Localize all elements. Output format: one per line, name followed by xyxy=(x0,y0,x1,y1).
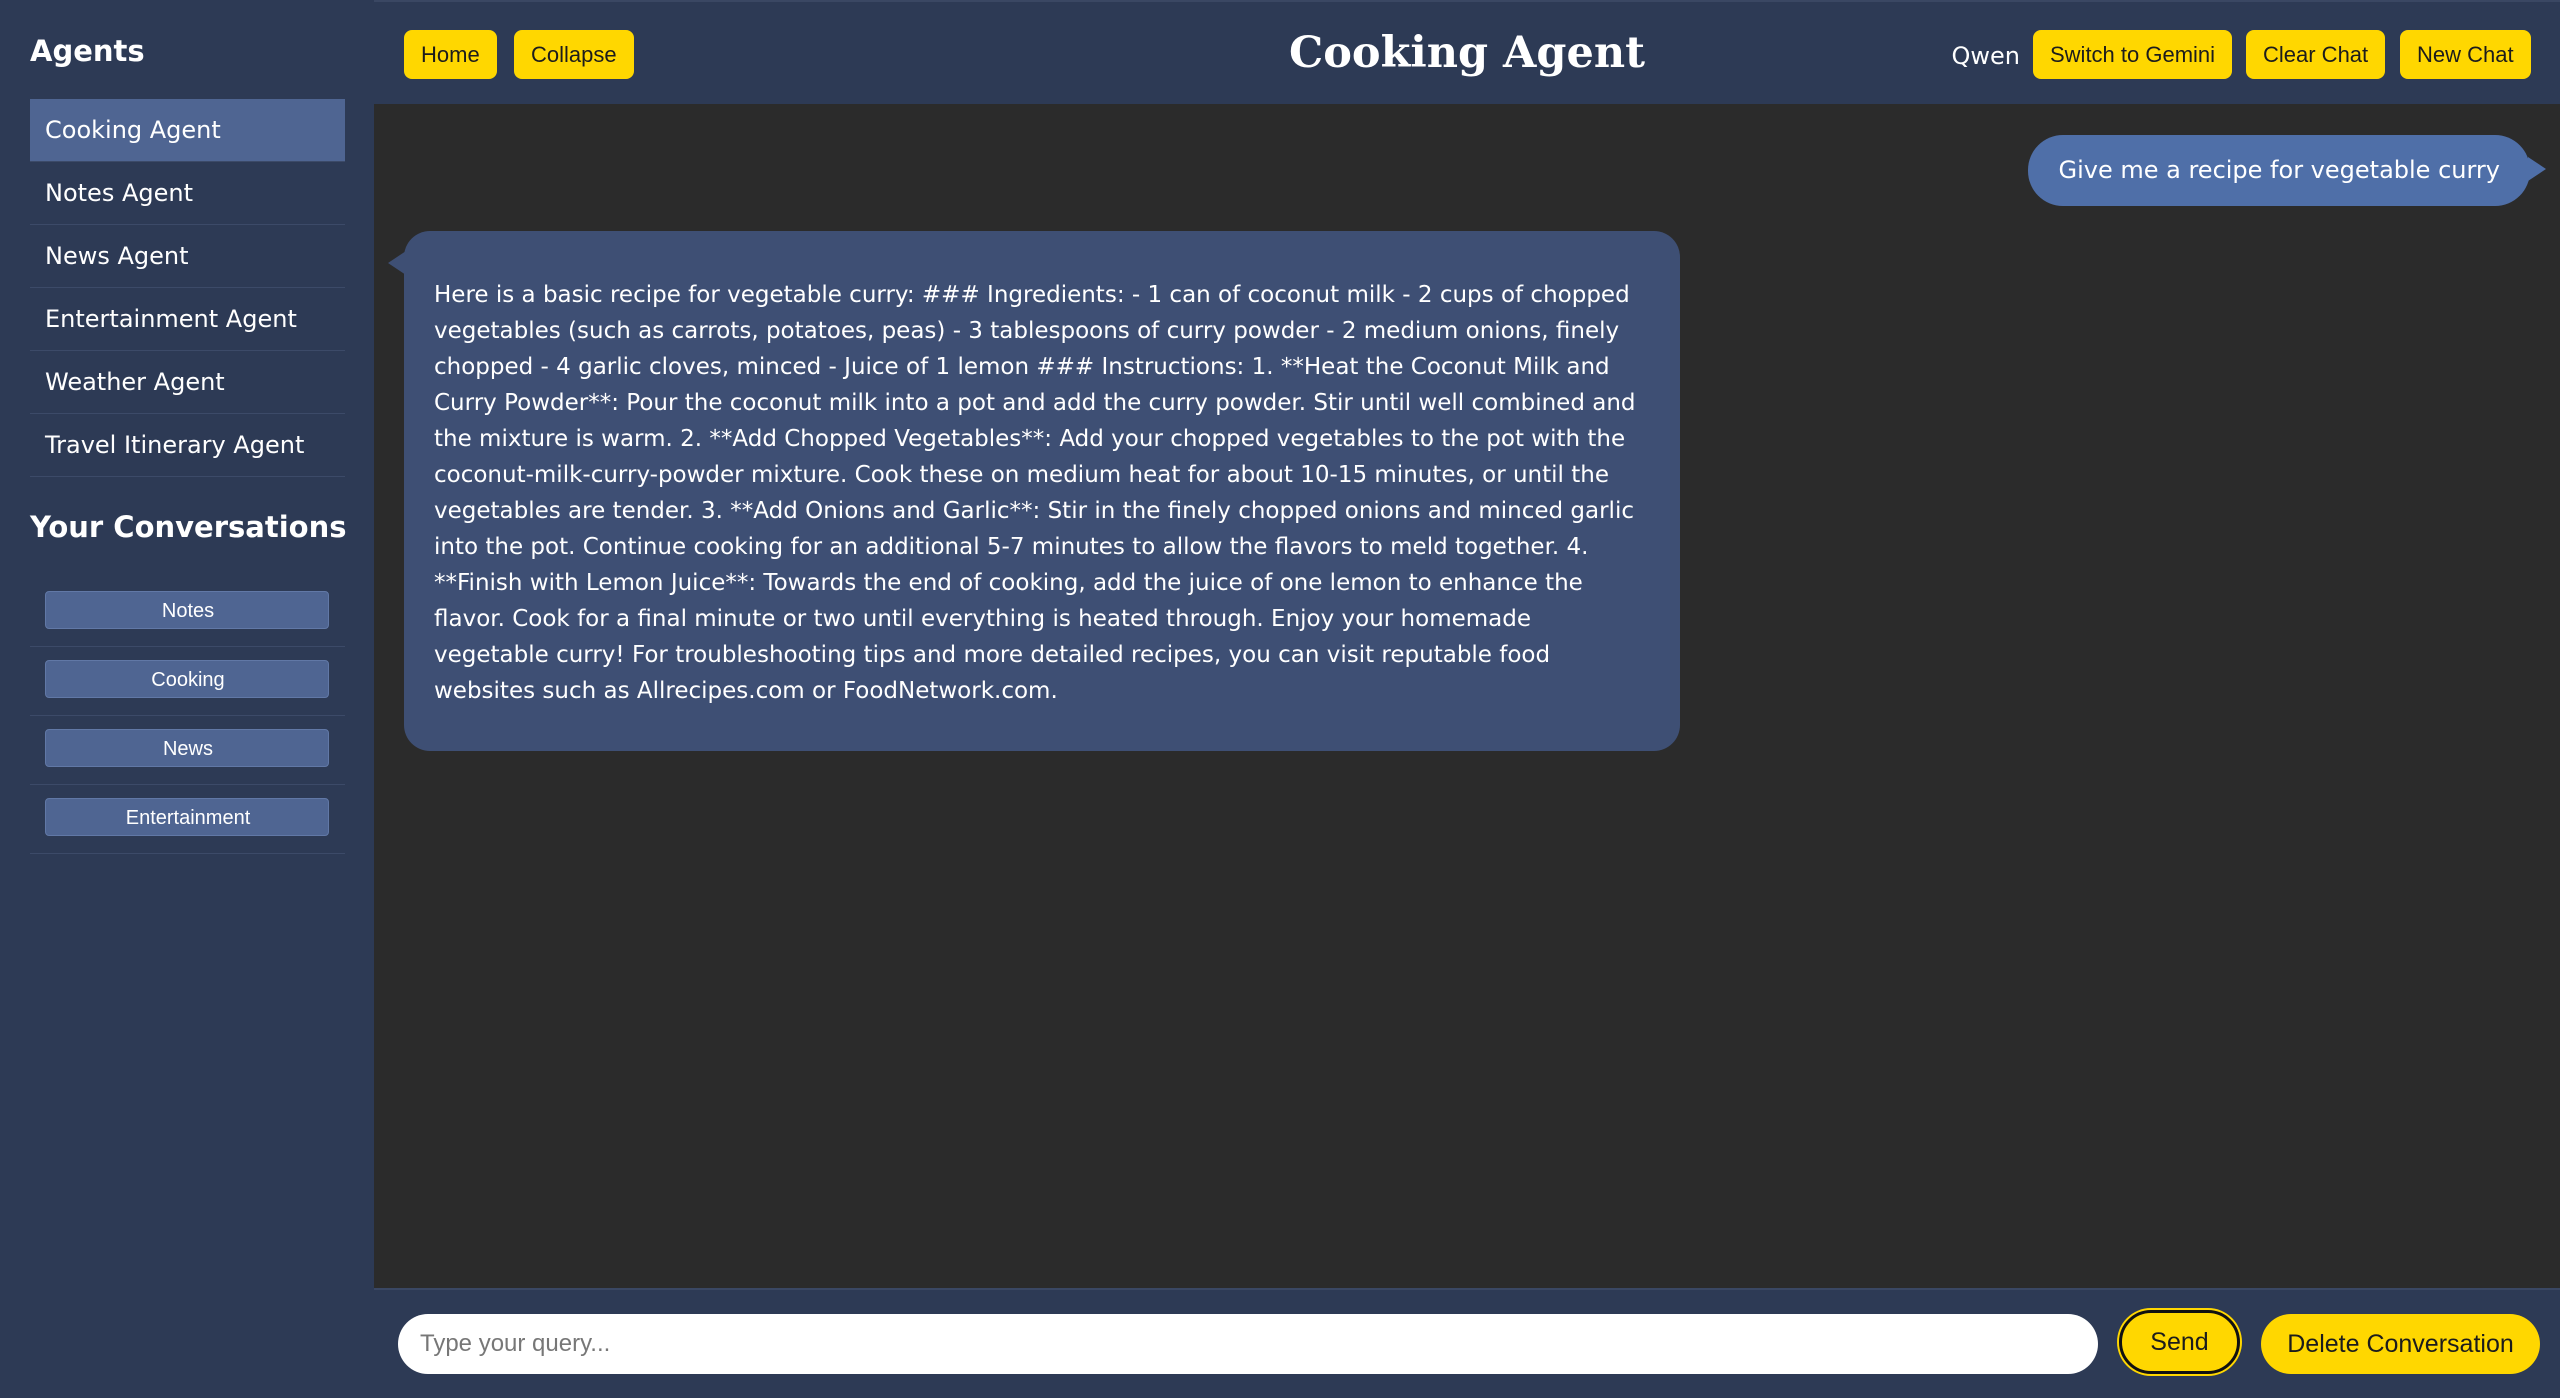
agent-message: Here is a basic recipe for vegetable cur… xyxy=(388,231,1680,751)
user-message: Give me a recipe for vegetable curry xyxy=(2028,135,2546,206)
send-button[interactable]: Send xyxy=(2119,1310,2240,1374)
clear-chat-button[interactable]: Clear Chat xyxy=(2246,30,2386,79)
conversation-notes-button[interactable]: Notes xyxy=(45,591,329,629)
delete-conversation-button[interactable]: Delete Conversation xyxy=(2261,1314,2540,1374)
sidebar-item-notes-agent[interactable]: Notes Agent xyxy=(30,162,345,225)
conversation-news-button[interactable]: News xyxy=(45,729,329,767)
sidebar-item-weather-agent[interactable]: Weather Agent xyxy=(30,351,345,414)
agents-heading: Agents xyxy=(30,34,145,68)
new-chat-button[interactable]: New Chat xyxy=(2400,30,2531,79)
conversations-heading: Your Conversations xyxy=(30,510,347,544)
conversation-row: News xyxy=(30,716,345,785)
input-bar: Send Delete Conversation xyxy=(374,1288,2560,1398)
page-title: Cooking Agent xyxy=(1289,28,1645,78)
conversation-cooking-button[interactable]: Cooking xyxy=(45,660,329,698)
query-input[interactable] xyxy=(398,1314,2098,1374)
switch-model-button[interactable]: Switch to Gemini xyxy=(2033,30,2233,79)
sidebar-item-entertainment-agent[interactable]: Entertainment Agent xyxy=(30,288,345,351)
conversation-row: Cooking xyxy=(30,647,345,716)
conversation-row: Notes xyxy=(30,578,345,647)
agent-list: Cooking Agent Notes Agent News Agent Ent… xyxy=(30,99,345,477)
model-label: Qwen xyxy=(1951,42,2021,70)
sidebar-item-cooking-agent[interactable]: Cooking Agent xyxy=(30,99,345,162)
sidebar: Agents Cooking Agent Notes Agent News Ag… xyxy=(0,0,374,1398)
collapse-button[interactable]: Collapse xyxy=(514,30,634,79)
conversation-entertainment-button[interactable]: Entertainment xyxy=(45,798,329,836)
sidebar-item-news-agent[interactable]: News Agent xyxy=(30,225,345,288)
chat-area[interactable]: Give me a recipe for vegetable curry Her… xyxy=(374,104,2560,1288)
top-bar: Home Collapse Cooking Agent Qwen Switch … xyxy=(374,0,2560,104)
sidebar-item-travel-itinerary-agent[interactable]: Travel Itinerary Agent xyxy=(30,414,345,477)
conversation-list: Notes Cooking News Entertainment xyxy=(30,578,345,854)
conversation-row: Entertainment xyxy=(30,785,345,854)
home-button[interactable]: Home xyxy=(404,30,497,79)
